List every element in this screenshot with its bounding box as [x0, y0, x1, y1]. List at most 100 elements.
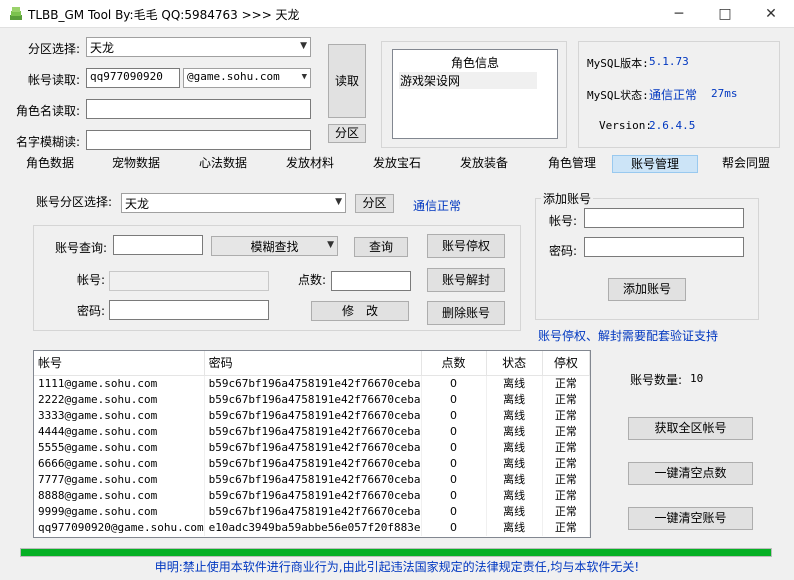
cell-status: 离线 — [486, 504, 543, 520]
query-button[interactable]: 查询 — [354, 237, 408, 257]
verification-notice: 账号停权、解封需要配套验证支持 — [538, 329, 719, 343]
fuzzy-read-input[interactable] — [86, 130, 311, 150]
cell-account: 7777@game.sohu.com — [34, 472, 205, 488]
cell-password: b59c67bf196a4758191e42f76670ceba — [204, 504, 422, 520]
header-password[interactable]: 密码 — [204, 351, 422, 376]
clear-points-button[interactable]: 一键清空点数 — [628, 462, 753, 485]
cell-suspend: 正常 — [542, 472, 590, 488]
table-row[interactable]: qq977090920@game.sohu.com e10adc3949ba59a… — [34, 520, 590, 536]
cell-points: 0 — [421, 424, 487, 440]
cell-password: b59c67bf196a4758191e42f76670ceba — [204, 440, 422, 456]
account-query-label: 账号查询: — [55, 241, 108, 255]
cell-points: 0 — [421, 375, 487, 392]
cell-password: e10adc3949ba59abbe56e057f20f883e — [204, 520, 422, 536]
cell-points: 0 — [421, 440, 487, 456]
account-zone-select-value: 天龙 — [125, 197, 150, 211]
add-password-input[interactable] — [584, 237, 744, 257]
add-account-input[interactable] — [584, 208, 744, 228]
table-row[interactable]: 8888@game.sohu.com b59c67bf196a4758191e42… — [34, 488, 590, 504]
get-all-accounts-button[interactable]: 获取全区帐号 — [628, 417, 753, 440]
points-field[interactable] — [331, 271, 411, 291]
table-row[interactable]: 1111@game.sohu.com b59c67bf196a4758191e42… — [34, 375, 590, 392]
add-account-button[interactable]: 添加账号 — [608, 278, 686, 301]
header-suspend[interactable]: 停权 — [542, 351, 590, 376]
account-table[interactable]: 帐号 密码 点数 状态 停权 1111@game.sohu.com b59c67b… — [33, 350, 591, 538]
account-zone-button[interactable]: 分区 — [355, 194, 394, 213]
mysql-latency: 27ms — [711, 87, 738, 100]
account-field[interactable] — [109, 271, 269, 291]
cell-suspend: 正常 — [542, 520, 590, 536]
zone-select[interactable]: 天龙 ▼ — [86, 37, 311, 57]
header-account[interactable]: 帐号 — [34, 351, 205, 376]
version-label: Version: — [599, 119, 652, 132]
cube-stack-icon — [10, 7, 22, 20]
rolename-read-label: 角色名读取: — [16, 104, 81, 118]
tab-account-management[interactable]: 账号管理 — [612, 155, 698, 173]
cell-points: 0 — [421, 488, 487, 504]
cell-status: 离线 — [486, 408, 543, 424]
mysql-version-label: MySQL版本: — [587, 57, 649, 70]
account-read-input[interactable]: qq977090920 — [86, 68, 180, 88]
account-label: 帐号: — [77, 273, 106, 287]
table-row[interactable]: 7777@game.sohu.com b59c67bf196a4758191e42… — [34, 472, 590, 488]
tab-give-gems[interactable]: 发放宝石 — [363, 155, 431, 173]
close-button[interactable]: ✕ — [748, 0, 794, 28]
points-label: 点数: — [298, 273, 327, 287]
title-bar: TLBB_GM Tool By:毛毛 QQ:5984763 >>> 天龙 ─ □… — [0, 0, 794, 28]
cell-status: 离线 — [486, 392, 543, 408]
fuzzy-read-label: 名字模糊读: — [16, 135, 81, 149]
read-button[interactable]: 读取 — [328, 44, 366, 118]
tab-role-data[interactable]: 角色数据 — [16, 155, 84, 173]
account-grid: 帐号 密码 点数 状态 停权 1111@game.sohu.com b59c67b… — [34, 351, 590, 536]
domain-select[interactable]: @game.sohu.com ▼ — [183, 68, 311, 88]
clear-accounts-button[interactable]: 一键清空账号 — [628, 507, 753, 530]
password-field[interactable] — [109, 300, 269, 320]
chevron-down-icon: ▼ — [327, 240, 334, 250]
cell-suspend: 正常 — [542, 488, 590, 504]
header-status[interactable]: 状态 — [486, 351, 543, 376]
table-row[interactable]: 5555@game.sohu.com b59c67bf196a4758191e42… — [34, 440, 590, 456]
cell-status: 离线 — [486, 520, 543, 536]
cell-suspend: 正常 — [542, 408, 590, 424]
account-zone-label: 账号分区选择: — [36, 195, 113, 209]
table-row[interactable]: 9999@game.sohu.com b59c67bf196a4758191e42… — [34, 504, 590, 520]
add-account-label: 帐号: — [549, 214, 578, 228]
tab-give-materials[interactable]: 发放材料 — [276, 155, 344, 173]
zone-button[interactable]: 分区 — [328, 124, 366, 143]
modify-button[interactable]: 修 改 — [311, 301, 409, 321]
header-points[interactable]: 点数 — [421, 351, 487, 376]
table-row[interactable]: 6666@game.sohu.com b59c67bf196a4758191e42… — [34, 456, 590, 472]
table-row[interactable]: 3333@game.sohu.com b59c67bf196a4758191e42… — [34, 408, 590, 424]
cell-account: 2222@game.sohu.com — [34, 392, 205, 408]
tab-pet-data[interactable]: 宠物数据 — [102, 155, 170, 173]
account-zone-select[interactable]: 天龙 ▼ — [121, 193, 346, 213]
suspend-account-button[interactable]: 账号停权 — [427, 234, 505, 258]
tab-xinfa-data[interactable]: 心法数据 — [189, 155, 257, 173]
rolename-read-input[interactable] — [86, 99, 311, 119]
fuzzy-search-select[interactable]: 模糊查找 ▼ — [211, 236, 338, 256]
add-account-title: 添加账号 — [541, 190, 594, 207]
add-password-label: 密码: — [549, 244, 578, 258]
minimize-button[interactable]: ─ — [656, 0, 702, 28]
cell-status: 离线 — [486, 424, 543, 440]
chevron-down-icon: ▼ — [335, 197, 342, 207]
delete-account-button[interactable]: 删除账号 — [427, 301, 505, 325]
cell-points: 0 — [421, 392, 487, 408]
table-row[interactable]: 4444@game.sohu.com b59c67bf196a4758191e42… — [34, 424, 590, 440]
role-info-item[interactable]: 游戏架设网 — [399, 72, 537, 89]
tab-role-management[interactable]: 角色管理 — [538, 155, 606, 173]
cell-status: 离线 — [486, 488, 543, 504]
cell-account: 3333@game.sohu.com — [34, 408, 205, 424]
table-row[interactable]: 2222@game.sohu.com b59c67bf196a4758191e42… — [34, 392, 590, 408]
tab-give-equipment[interactable]: 发放装备 — [450, 155, 518, 173]
maximize-button[interactable]: □ — [702, 0, 748, 28]
chevron-down-icon: ▼ — [301, 72, 307, 82]
role-info-list[interactable]: 角色信息 游戏架设网 — [392, 49, 558, 139]
cell-account: 5555@game.sohu.com — [34, 440, 205, 456]
tab-guild-alliance[interactable]: 帮会同盟 — [712, 155, 780, 173]
cell-account: 1111@game.sohu.com — [34, 375, 205, 392]
unban-account-button[interactable]: 账号解封 — [427, 268, 505, 292]
account-query-input[interactable] — [113, 235, 203, 255]
fuzzy-search-value: 模糊查找 — [250, 240, 299, 254]
cell-account: 9999@game.sohu.com — [34, 504, 205, 520]
